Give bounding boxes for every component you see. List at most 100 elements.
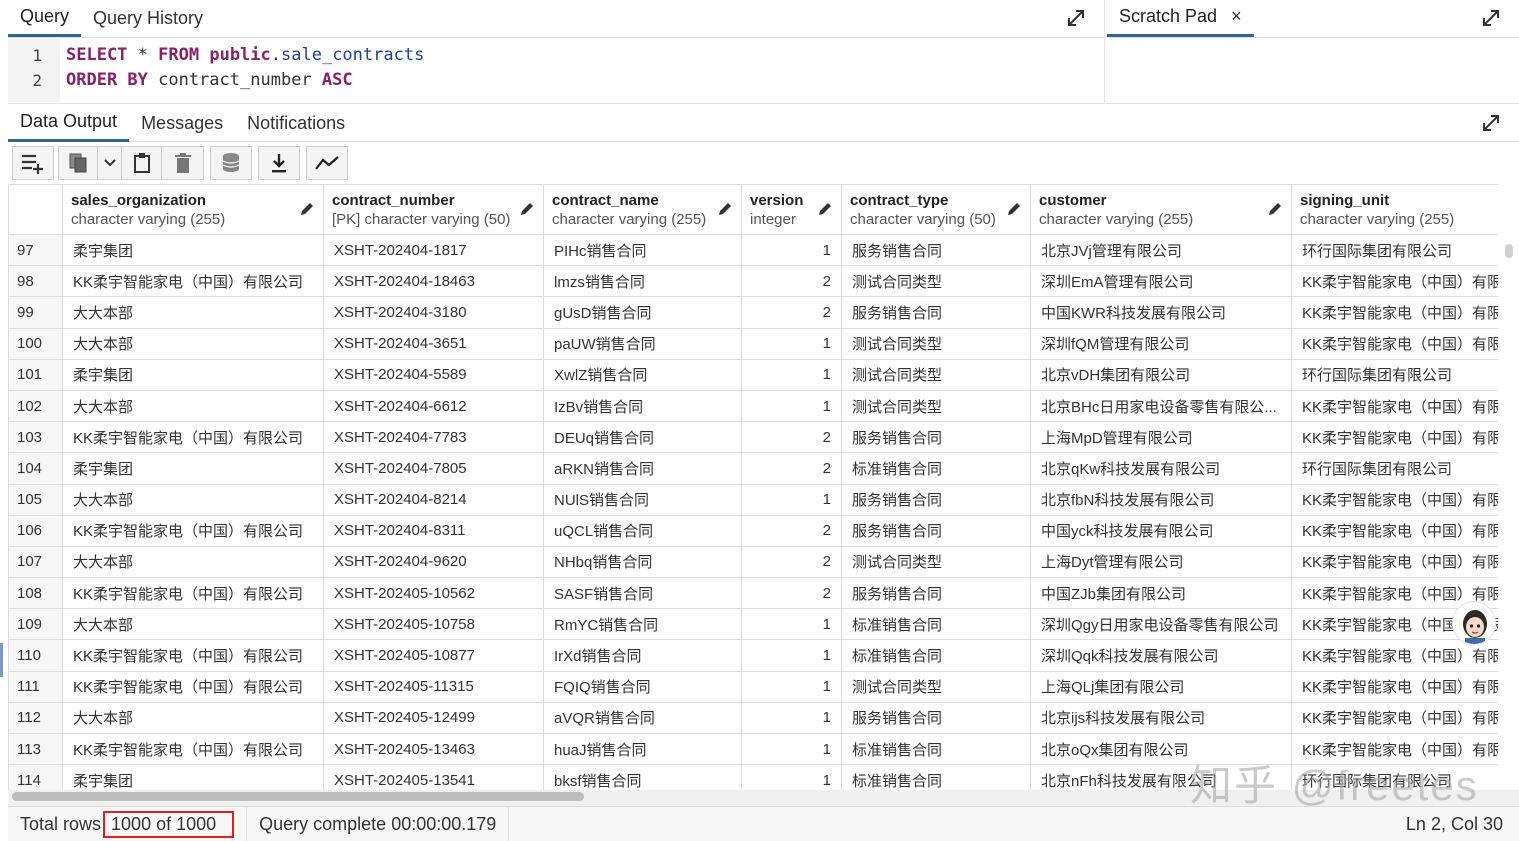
tab-query-history[interactable]: Query History — [81, 0, 215, 37]
table-cell[interactable]: 2 — [741, 577, 842, 610]
table-cell[interactable]: XSHT-202405-13541 — [323, 764, 544, 790]
table-cell[interactable]: 测试合同类型 — [841, 389, 1031, 423]
table-cell[interactable]: 2 — [741, 296, 842, 329]
table-cell[interactable]: 北京JVj管理有限公司 — [1030, 233, 1292, 267]
table-cell[interactable]: XSHT-202405-10758 — [323, 608, 544, 641]
table-cell[interactable]: lmzs销售合同 — [543, 265, 742, 298]
table-row[interactable]: 109 大大本部 XSHT-202405-10758 RmYC销售合同 1 标准销售合同深… — [8, 608, 1498, 641]
table-cell[interactable]: 中国KWR科技发展有限公司 — [1030, 296, 1292, 329]
table-row[interactable]: 105 大大本部 XSHT-202404-8214 NUlS销售合同 1 服务销售合同 北京… — [8, 483, 1498, 516]
row-number[interactable]: 107 — [8, 545, 63, 579]
row-number[interactable]: 108 — [8, 577, 63, 610]
download-button[interactable] — [258, 146, 300, 180]
table-cell[interactable]: 测试合同类型 — [841, 327, 1031, 360]
table-row[interactable]: 102 大大本部 XSHT-202404-6612 IzBv销售合同 1 测试合同类型 北京… — [8, 389, 1498, 423]
table-cell[interactable]: 中国ZJb集团有限公司 — [1030, 577, 1292, 610]
table-row[interactable]: 107 大大本部 XSHT-202404-9620 NHbq销售合同 2 测试合同类型 上海… — [8, 545, 1498, 579]
table-cell[interactable]: XSHT-202404-9620 — [323, 545, 544, 579]
row-number[interactable]: 111 — [8, 670, 63, 703]
table-cell[interactable]: XSHT-202405-10877 — [323, 639, 544, 672]
table-cell[interactable]: 大大本部 — [62, 545, 324, 579]
row-number[interactable]: 100 — [8, 327, 63, 360]
expand-icon[interactable] — [1481, 8, 1501, 28]
table-cell[interactable]: XSHT-202404-1817 — [323, 233, 544, 267]
table-cell[interactable]: 服务销售合同 — [841, 421, 1031, 454]
table-row[interactable]: 101 柔宇集团 XSHT-202404-5589 XwlZ销售合同 1 测试合同类型 北京… — [8, 358, 1498, 391]
table-cell[interactable]: XSHT-202404-8214 — [323, 483, 544, 516]
table-cell[interactable]: aRKN销售合同 — [543, 452, 742, 485]
table-row[interactable]: 97 柔宇集团 XSHT-202404-1817 PIHc销售合同 1 服务销售合同 北京J… — [8, 233, 1498, 267]
table-cell[interactable]: 北京ijs科技发展有限公司 — [1030, 701, 1292, 735]
expand-icon[interactable] — [1481, 113, 1501, 133]
table-cell[interactable]: DEUq销售合同 — [543, 421, 742, 454]
table-cell[interactable]: bksf销售合同 — [543, 764, 742, 790]
table-cell[interactable]: 标准销售合同 — [841, 732, 1031, 766]
graph-visualiser-button[interactable] — [306, 146, 348, 180]
table-cell[interactable]: 标准销售合同 — [841, 764, 1031, 790]
column-header[interactable]: version integer — [741, 184, 842, 235]
sql-editor[interactable]: 1 2 SELECT * FROM public.sale_contracts … — [8, 39, 1104, 102]
table-cell[interactable]: 环行国际集团有限公司 — [1291, 452, 1498, 485]
row-number[interactable]: 102 — [8, 389, 63, 423]
table-cell[interactable]: KK柔宇智能家电（中国）有限公司 — [62, 670, 324, 703]
table-cell[interactable]: 柔宇集团 — [62, 452, 324, 485]
table-cell[interactable]: 服务销售合同 — [841, 296, 1031, 329]
table-cell[interactable]: NUlS销售合同 — [543, 483, 742, 516]
table-cell[interactable]: 大大本部 — [62, 608, 324, 641]
table-cell[interactable]: 1 — [741, 639, 842, 672]
row-number[interactable]: 110 — [8, 639, 63, 672]
table-cell[interactable]: paUW销售合同 — [543, 327, 742, 360]
table-cell[interactable]: 1 — [741, 358, 842, 391]
table-row[interactable]: 99 大大本部 XSHT-202404-3180 gUsD销售合同 2 服务销售合同 中国K… — [8, 296, 1498, 329]
table-cell[interactable]: KK柔宇智能家电（中国）有限公司 — [1291, 421, 1498, 454]
table-cell[interactable]: 1 — [741, 483, 842, 516]
table-cell[interactable]: XSHT-202404-8311 — [323, 514, 544, 547]
table-cell[interactable]: 1 — [741, 670, 842, 703]
table-cell[interactable]: XSHT-202404-3180 — [323, 296, 544, 329]
column-header[interactable]: signing_unit character varying (255) — [1291, 184, 1498, 235]
tab-query[interactable]: Query — [8, 0, 82, 37]
table-cell[interactable]: PIHc销售合同 — [543, 233, 742, 267]
table-cell[interactable]: 1 — [741, 764, 842, 790]
table-cell[interactable]: KK柔宇智能家电（中国）有限公司 — [1291, 296, 1498, 329]
table-cell[interactable]: 服务销售合同 — [841, 483, 1031, 516]
table-cell[interactable]: 测试合同类型 — [841, 670, 1031, 703]
row-number-header[interactable] — [8, 184, 63, 235]
table-cell[interactable]: 大大本部 — [62, 327, 324, 360]
table-cell[interactable]: XSHT-202405-13463 — [323, 732, 544, 766]
table-cell[interactable]: 柔宇集团 — [62, 233, 324, 267]
table-cell[interactable]: KK柔宇智能家电（中国）有限公司 — [1291, 639, 1498, 672]
assistant-avatar[interactable] — [1452, 601, 1496, 645]
table-row[interactable]: 112 大大本部 XSHT-202405-12499 aVQR销售合同 1 服务销售合同北… — [8, 701, 1498, 735]
table-cell[interactable]: XSHT-202404-18463 — [323, 265, 544, 298]
table-row[interactable]: 103 KK柔宇智能家电（中国）有限公司 XSHT-202404-7783 DEUq销… — [8, 421, 1498, 454]
code-line[interactable]: ORDER BY contract_number ASC — [66, 70, 353, 90]
tab-scratch-pad[interactable]: Scratch Pad × — [1107, 0, 1254, 37]
table-cell[interactable]: KK柔宇智能家电（中国）有限公司 — [62, 732, 324, 766]
table-cell[interactable]: 标准销售合同 — [841, 639, 1031, 672]
table-row[interactable]: 106 KK柔宇智能家电（中国）有限公司 XSHT-202404-8311 uQCL销… — [8, 514, 1498, 547]
table-cell[interactable]: aVQR销售合同 — [543, 701, 742, 735]
table-cell[interactable]: XSHT-202405-11315 — [323, 670, 544, 703]
row-number[interactable]: 101 — [8, 358, 63, 391]
table-cell[interactable]: 大大本部 — [62, 483, 324, 516]
table-cell[interactable]: 环行国际集团有限公司 — [1291, 358, 1498, 391]
row-number[interactable]: 97 — [8, 233, 63, 267]
table-cell[interactable]: KK柔宇智能家电（中国）有限公司 — [62, 577, 324, 610]
column-header[interactable]: sales_organization character varying (255… — [62, 184, 324, 235]
table-cell[interactable]: RmYC销售合同 — [543, 608, 742, 641]
table-row[interactable]: 111 KK柔宇智能家电（中国）有限公司 XSHT-202405-11315 FQIQ… — [8, 670, 1498, 703]
table-cell[interactable]: uQCL销售合同 — [543, 514, 742, 547]
table-cell[interactable]: 2 — [741, 421, 842, 454]
table-cell[interactable]: KK柔宇智能家电（中国）有限公司 — [62, 514, 324, 547]
table-cell[interactable]: 北京fbN科技发展有限公司 — [1030, 483, 1292, 516]
table-cell[interactable]: KK柔宇智能家电（中国）有限公司 — [1291, 265, 1498, 298]
table-cell[interactable]: NHbq销售合同 — [543, 545, 742, 579]
copy-options-dropdown[interactable] — [98, 146, 122, 180]
table-row[interactable]: 100 大大本部 XSHT-202404-3651 paUW销售合同 1 测试合同类型 深圳… — [8, 327, 1498, 360]
table-row[interactable]: 98 KK柔宇智能家电（中国）有限公司 XSHT-202404-18463 lmzs销… — [8, 265, 1498, 298]
table-cell[interactable]: 环行国际集团有限公司 — [1291, 233, 1498, 267]
table-cell[interactable]: KK柔宇智能家电（中国）有限公司 — [1291, 514, 1498, 547]
table-cell[interactable]: SASF销售合同 — [543, 577, 742, 610]
table-cell[interactable]: IrXd销售合同 — [543, 639, 742, 672]
